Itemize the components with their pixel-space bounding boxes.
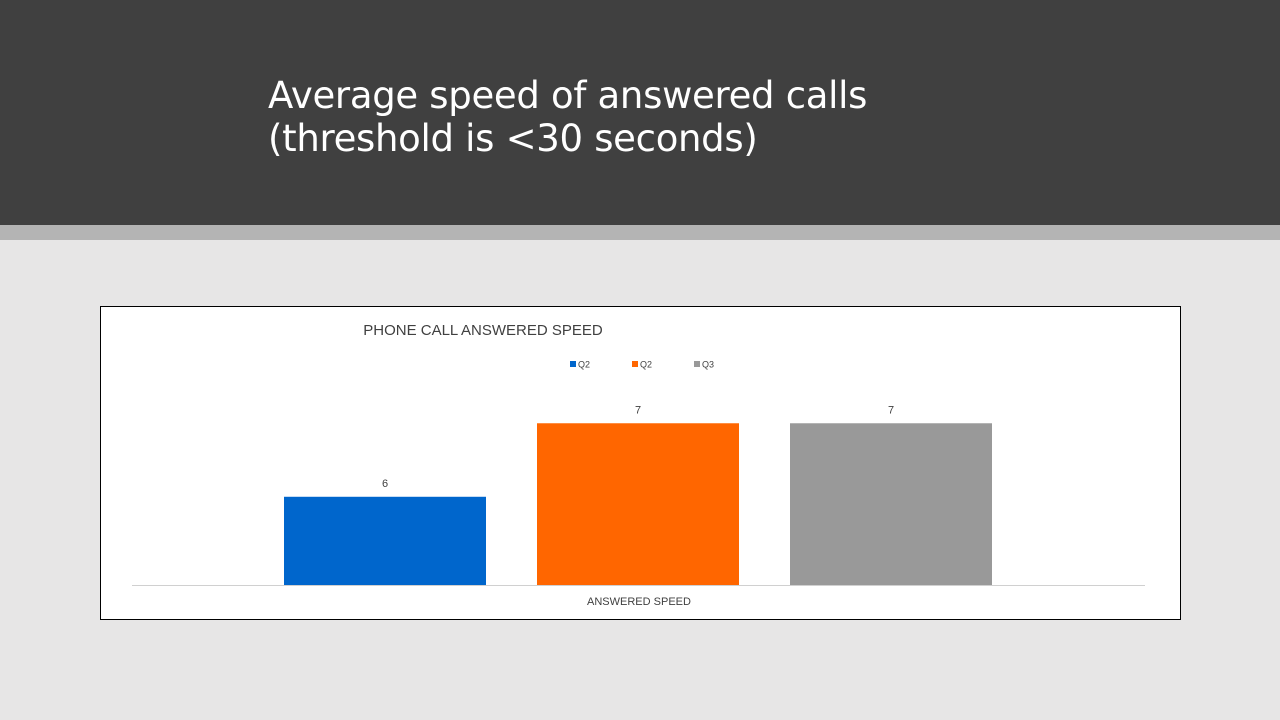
legend-label-2: Q2: [640, 360, 652, 370]
bar-1: [284, 496, 486, 585]
data-label-3: 7: [888, 404, 894, 416]
data-label-2: 7: [635, 404, 641, 416]
x-axis-category-label: ANSWERED SPEED: [587, 596, 691, 608]
chart-frame: PHONE CALL ANSWERED SPEED Q2 Q2 Q3 6 7 7 ANS…: [100, 306, 1181, 620]
data-label-1: 6: [382, 478, 388, 490]
chart-legend: Q2 Q2 Q3: [570, 360, 714, 370]
bar-chart: PHONE CALL ANSWERED SPEED Q2 Q2 Q3 6 7 7 ANS…: [132, 322, 1145, 608]
bar-2: [537, 423, 739, 585]
legend-swatch-1: [570, 361, 576, 367]
legend-swatch-3: [694, 361, 700, 367]
legend-label-1: Q2: [578, 360, 590, 370]
legend-swatch-2: [632, 361, 638, 367]
bar-3: [790, 423, 992, 585]
slide-title: Average speed of answered calls (thresho…: [268, 74, 868, 160]
chart-bars: 6 7 7: [284, 404, 992, 585]
header-stripe: [0, 225, 1280, 240]
legend-label-3: Q3: [702, 360, 714, 370]
chart-title: PHONE CALL ANSWERED SPEED: [363, 322, 603, 339]
